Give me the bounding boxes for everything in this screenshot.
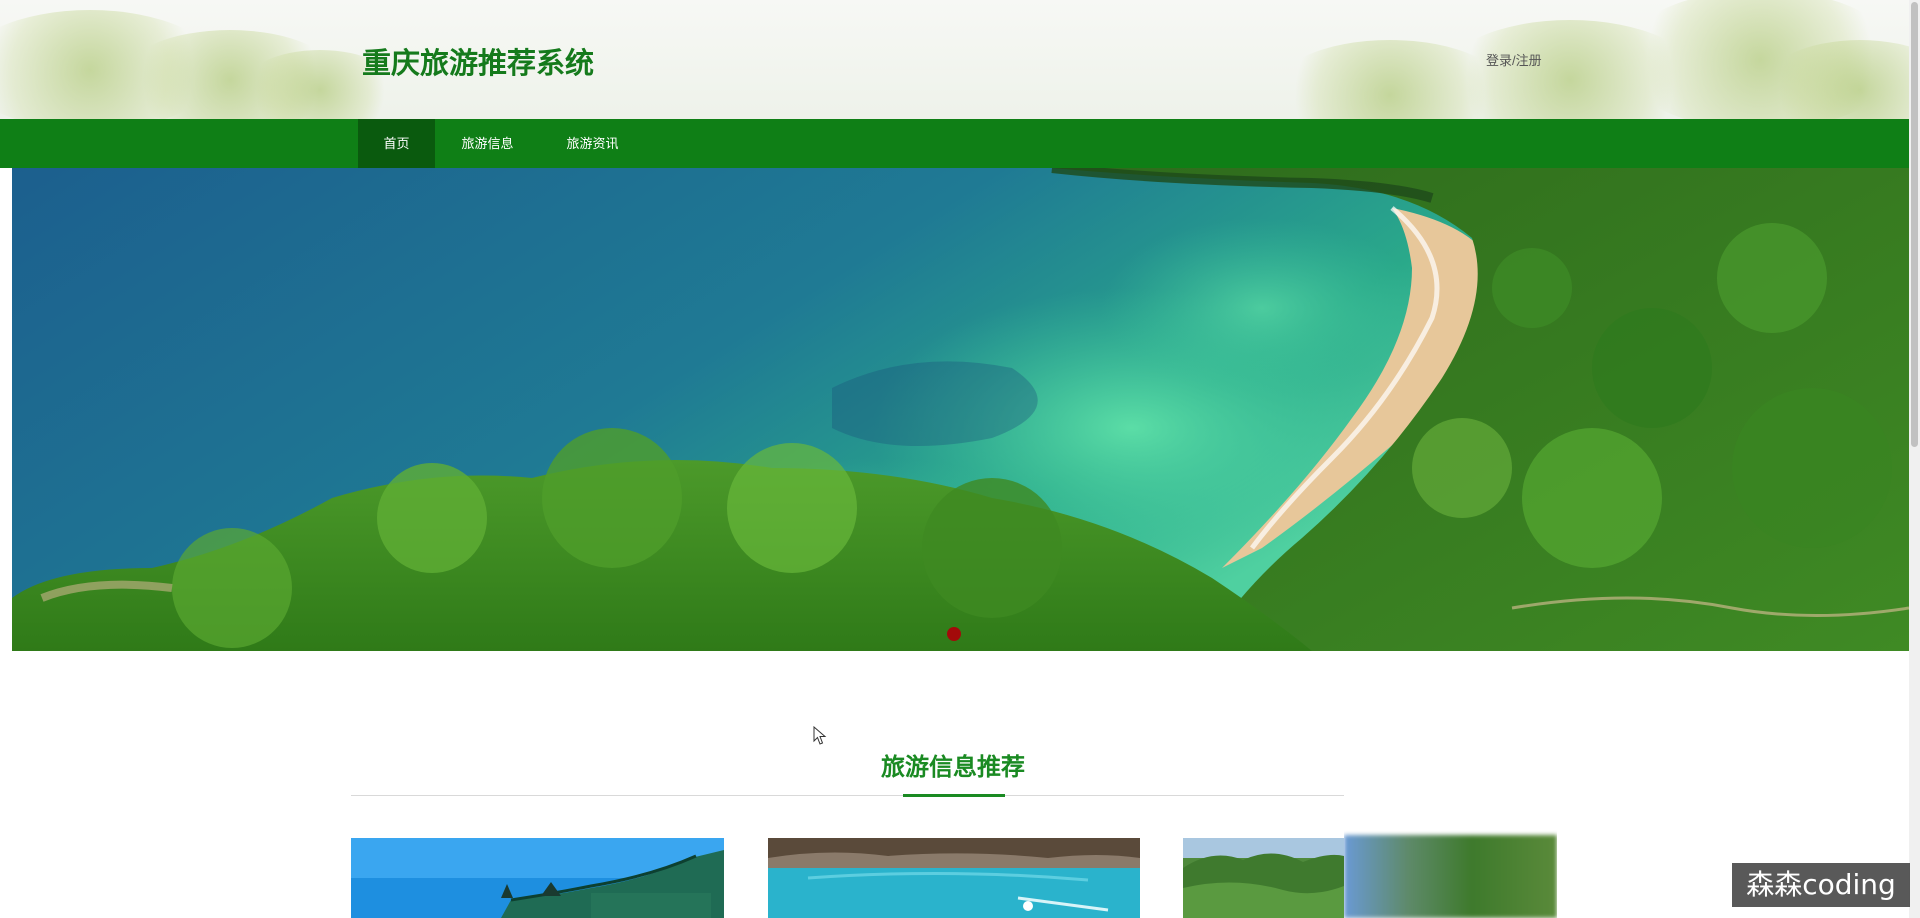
carousel-dot[interactable] [947, 627, 961, 641]
travel-card[interactable] [351, 838, 724, 918]
nav-item-travel-info[interactable]: 旅游信息 [445, 119, 530, 168]
section-title-underline [903, 794, 1005, 797]
watermark: 森森coding [1732, 863, 1910, 907]
travel-card[interactable] [768, 838, 1140, 918]
blurred-image [1344, 835, 1557, 918]
banner-image [12, 168, 1909, 651]
travel-card[interactable] [1183, 838, 1344, 918]
login-register-link[interactable]: 登录/注册 [1486, 50, 1542, 69]
card-image-pool [768, 838, 1140, 918]
mouse-cursor-icon [813, 726, 827, 745]
site-title: 重庆旅游推荐系统 [362, 48, 595, 80]
section-divider [351, 795, 1344, 796]
card-image-pagoda [351, 838, 724, 918]
page: 重庆旅游推荐系统 登录/注册 首页 旅游信息 旅游资讯 旅游信息推荐 森森cod… [0, 0, 1920, 918]
main-nav: 首页 旅游信息 旅游资讯 [0, 119, 1909, 168]
scrollbar-thumb[interactable] [1911, 2, 1918, 447]
section-title: 旅游信息推荐 [881, 754, 1025, 781]
site-header: 重庆旅游推荐系统 登录/注册 [0, 0, 1909, 119]
nav-item-travel-news[interactable]: 旅游资讯 [550, 119, 635, 168]
nav-item-home[interactable]: 首页 [358, 119, 435, 168]
banner-carousel[interactable] [12, 168, 1909, 651]
blurred-overlay [1344, 795, 1557, 918]
card-image-mountain [1183, 838, 1344, 918]
